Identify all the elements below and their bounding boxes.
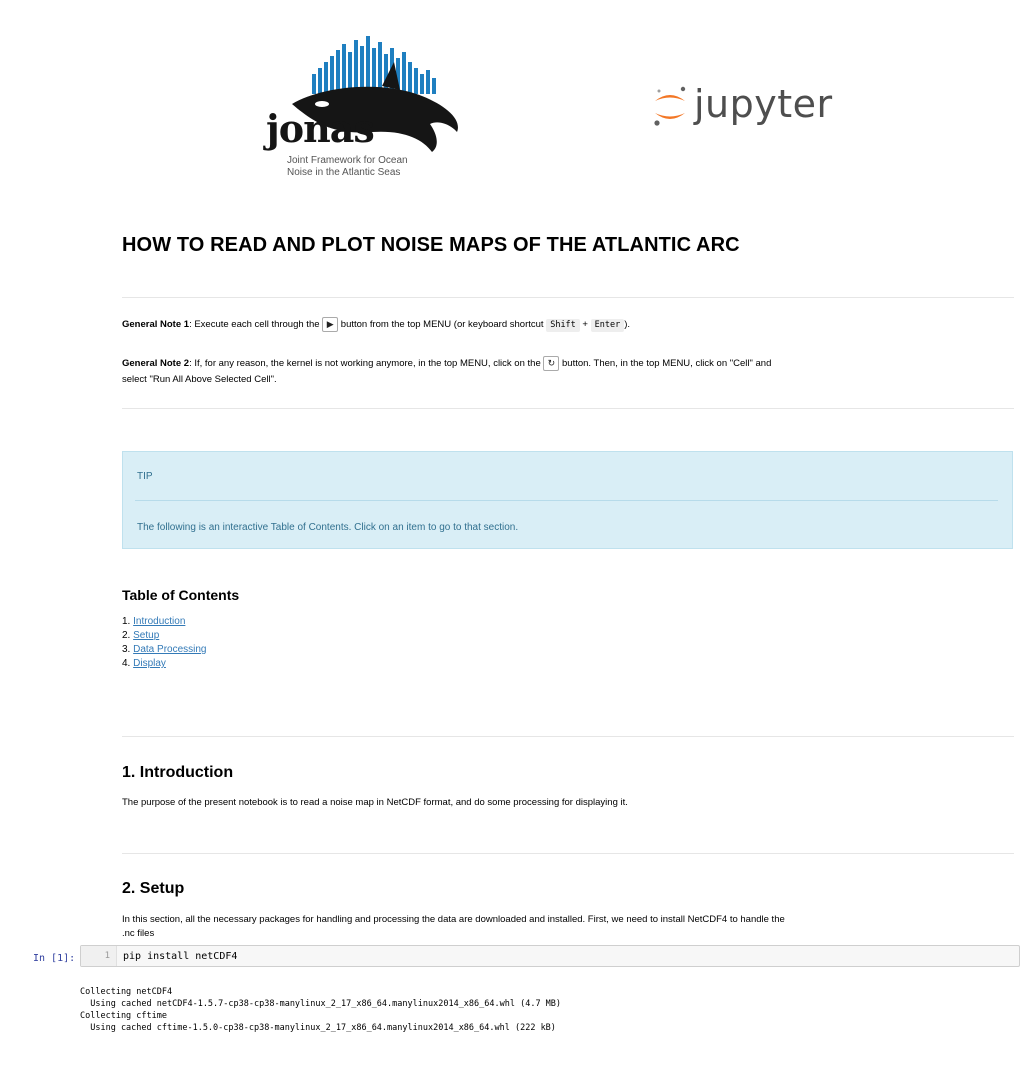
- jupyter-icon: [654, 86, 686, 126]
- note1-label: General Note 1: [122, 319, 190, 331]
- divider: [122, 736, 1014, 737]
- toc-item: 3. Data Processing: [122, 643, 207, 657]
- tip-box: TIP The following is an interactive Tabl…: [122, 451, 1013, 549]
- toc-link-introduction[interactable]: Introduction: [133, 616, 185, 627]
- jonas-wordmark: jonas: [266, 106, 375, 151]
- toc-item: 2. Setup: [122, 629, 207, 643]
- toc-item: 4. Display: [122, 657, 207, 671]
- toc-item-number: 2.: [122, 630, 134, 641]
- code-cell[interactable]: 1 pip install netCDF4: [80, 945, 1020, 967]
- divider: [122, 853, 1014, 854]
- output-line: Collecting cftime: [80, 1011, 167, 1021]
- jonas-subtitle-line1: Joint Framework for Ocean: [287, 155, 408, 166]
- intro-heading: 1. Introduction: [122, 764, 234, 781]
- output-line: Collecting netCDF4: [80, 987, 173, 997]
- toc-item-number: 4.: [122, 658, 134, 669]
- divider: [122, 297, 1014, 298]
- page-title: HOW TO READ AND PLOT NOISE MAPS OF THE A…: [122, 234, 740, 256]
- toc-title: Table of Contents: [122, 587, 240, 603]
- setup-text-line1: In this section, all the necessary packa…: [122, 914, 785, 925]
- toc-item: 1. Introduction: [122, 615, 207, 629]
- output-line: Using cached netCDF4-1.5.7-cp38-cp38-man…: [80, 999, 562, 1009]
- toc-item-number: 3.: [122, 644, 134, 655]
- line-number: 1: [81, 946, 117, 966]
- cell-output: Collecting netCDF4 Using cached netCDF4-…: [80, 974, 561, 1046]
- general-note-2: General Note 2: If, for any reason, the …: [122, 356, 1002, 388]
- note1-text-a: : Execute each cell through the: [189, 319, 323, 331]
- toc-link-data-processing[interactable]: Data Processing: [133, 644, 206, 655]
- note1-text-c: ).: [624, 319, 631, 331]
- run-icon: ▶: [322, 317, 339, 332]
- enter-key: Enter: [590, 319, 625, 333]
- general-note-1: General Note 1: Execute each cell throug…: [122, 317, 1002, 333]
- jonas-subtitle: Joint Framework for Ocean Noise in the A…: [287, 155, 408, 179]
- note2-label: General Note 2: [122, 358, 190, 370]
- setup-text-line2: .nc files: [122, 928, 155, 939]
- code-source[interactable]: pip install netCDF4: [123, 946, 237, 967]
- toc-link-display[interactable]: Display: [133, 658, 166, 669]
- toc-link-setup[interactable]: Setup: [133, 630, 159, 641]
- divider: [122, 408, 1014, 409]
- tip-heading: TIP: [137, 471, 153, 482]
- restart-icon: ↻: [543, 356, 560, 371]
- jonas-subtitle-line2: Noise in the Atlantic Seas: [287, 167, 401, 178]
- note2-text-c: select "Run All Above Selected Cell".: [122, 374, 277, 386]
- setup-text: In this section, all the necessary packa…: [122, 913, 1012, 941]
- setup-heading: 2. Setup: [122, 880, 185, 897]
- note2-text-a: : If, for any reason, the kernel is not …: [189, 358, 544, 370]
- intro-text: The purpose of the present notebook is t…: [122, 797, 628, 808]
- tip-body: The following is an interactive Table of…: [137, 522, 519, 533]
- note2-text-b: button. Then, in the top MENU, click on …: [559, 358, 772, 370]
- note1-text-b: button from the top MENU (or keyboard sh…: [338, 319, 547, 331]
- shift-key: Shift: [546, 319, 580, 333]
- tip-divider: [135, 500, 998, 501]
- output-line: Using cached cftime-1.5.0-cp38-cp38-many…: [80, 1023, 556, 1033]
- toc-list: 1. Introduction 2. Setup 3. Data Process…: [122, 615, 207, 671]
- cell-prompt: In [1]:: [33, 953, 76, 964]
- note1-plus: +: [579, 319, 591, 331]
- jupyter-wordmark: jupyter: [694, 82, 833, 126]
- toc-item-number: 1.: [122, 616, 134, 627]
